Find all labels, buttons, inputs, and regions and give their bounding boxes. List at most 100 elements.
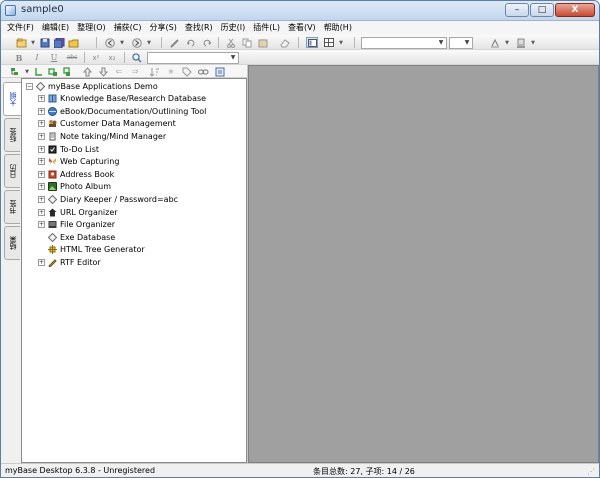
bold-button[interactable]: B: [13, 52, 25, 63]
expand-icon[interactable]: +: [38, 208, 45, 216]
database-icon[interactable]: [214, 66, 226, 77]
menu-capture[interactable]: 捕获(C): [110, 21, 146, 35]
tree-item-note-taking[interactable]: + Note taking/Mind Manager: [38, 130, 166, 142]
search-icon[interactable]: [131, 52, 143, 63]
tree-item-file-organizer[interactable]: + File Organizer: [38, 219, 115, 231]
open-folder-icon[interactable]: [67, 37, 79, 48]
font-family-select[interactable]: ▼: [361, 37, 447, 49]
add-subtree-icon[interactable]: [61, 66, 73, 77]
editor-area[interactable]: [248, 65, 599, 463]
tree-item-todo[interactable]: + To-Do List: [38, 143, 99, 155]
tree-item-ebook[interactable]: + eBook/Documentation/Outlining Tool: [38, 105, 206, 117]
tree-item-knowledge-base[interactable]: + Knowledge Base/Research Database: [38, 93, 206, 105]
tree-item-photo-album[interactable]: + Photo Album: [38, 181, 111, 193]
highlight-dropdown-icon[interactable]: ▼: [501, 37, 513, 48]
text-color-icon[interactable]: [515, 37, 527, 48]
expand-icon[interactable]: +: [38, 158, 45, 166]
close-button[interactable]: X: [555, 3, 595, 17]
tree-item-address-book[interactable]: + Address Book: [38, 168, 114, 180]
window-controls: – □ X: [505, 3, 595, 17]
add-item-icon[interactable]: [9, 66, 21, 77]
subscript-button[interactable]: x₂: [105, 52, 119, 63]
menu-plugins[interactable]: 插件(L): [249, 21, 284, 35]
tab-tags[interactable]: 标签: [4, 118, 20, 152]
label-icon[interactable]: [181, 66, 193, 77]
expand-icon[interactable]: +: [38, 183, 45, 191]
tree-item-diary-keeper[interactable]: + Diary Keeper / Password=abc: [38, 193, 178, 205]
underline-button[interactable]: U: [48, 52, 60, 63]
outline-panel: ▼ ⇐ ⇒ ★ 大纲 标签 日历 书签 结果 − myBase Applicat…: [1, 65, 247, 463]
resize-grip-icon[interactable]: ⋰: [587, 467, 597, 477]
menu-organize[interactable]: 整理(O): [73, 21, 110, 35]
add-child-icon[interactable]: [33, 66, 45, 77]
expand-icon[interactable]: +: [38, 95, 45, 103]
highlight-color-icon[interactable]: [489, 37, 501, 48]
italic-button[interactable]: I: [31, 52, 43, 63]
add-sibling-icon[interactable]: [47, 66, 59, 77]
forward-dropdown-icon[interactable]: ▼: [143, 37, 155, 48]
tree-item-web-capturing[interactable]: + Web Capturing: [38, 156, 119, 168]
paste-icon[interactable]: [257, 37, 269, 48]
tab-results[interactable]: 结果: [4, 226, 20, 260]
add-item-dropdown-icon[interactable]: ▼: [21, 66, 33, 77]
move-right-icon[interactable]: ⇒: [129, 66, 141, 77]
dropdown-arrow-icon[interactable]: ▼: [27, 37, 39, 48]
move-left-icon[interactable]: ⇐: [113, 66, 125, 77]
pen-icon[interactable]: [169, 37, 181, 48]
font-size-select[interactable]: ▼: [449, 37, 473, 49]
grid-view-icon[interactable]: [323, 37, 335, 48]
sort-icon[interactable]: [149, 66, 161, 77]
link-icon[interactable]: [197, 66, 209, 77]
redo-icon[interactable]: [201, 37, 213, 48]
format-toolbar: B I U abc x² x₂ ▼: [1, 50, 599, 65]
undo-icon[interactable]: [185, 37, 197, 48]
tree-item-exe-database[interactable]: Exe Database: [38, 231, 115, 243]
back-icon[interactable]: [104, 37, 116, 48]
tab-outline[interactable]: 大纲: [3, 82, 21, 116]
tree-root[interactable]: − myBase Applications Demo: [26, 80, 158, 92]
text-color-dropdown-icon[interactable]: ▼: [527, 37, 539, 48]
eraser-icon[interactable]: [279, 37, 291, 48]
expand-icon[interactable]: +: [38, 132, 45, 140]
expand-icon[interactable]: +: [38, 195, 45, 203]
move-down-icon[interactable]: [97, 66, 109, 77]
strikethrough-button[interactable]: abc: [64, 52, 80, 63]
tree-item-customer-data[interactable]: + Customer Data Management: [38, 118, 176, 130]
new-file-icon[interactable]: [15, 37, 27, 48]
tab-bookmarks[interactable]: 书签: [4, 190, 20, 224]
tab-bookmarks-label: 书签: [8, 200, 17, 214]
menu-history[interactable]: 历史(I): [217, 21, 250, 35]
expand-icon[interactable]: +: [38, 258, 45, 266]
view-layout-icon[interactable]: [306, 37, 318, 48]
minimize-button[interactable]: –: [505, 3, 529, 17]
cut-icon[interactable]: [225, 37, 237, 48]
forward-icon[interactable]: [131, 37, 143, 48]
save-icon[interactable]: [39, 37, 51, 48]
expand-icon[interactable]: +: [38, 170, 45, 178]
menu-share[interactable]: 分享(S): [146, 21, 181, 35]
back-dropdown-icon[interactable]: ▼: [116, 37, 128, 48]
menu-view[interactable]: 查看(V): [284, 21, 320, 35]
save-all-icon[interactable]: [53, 37, 65, 48]
expand-icon[interactable]: +: [38, 221, 45, 229]
maximize-button[interactable]: □: [530, 3, 554, 17]
expand-icon[interactable]: +: [38, 145, 45, 153]
tab-calendar[interactable]: 日历: [4, 154, 20, 188]
tree-item-html-tree-generator[interactable]: HTML Tree Generator: [38, 244, 145, 256]
menu-help[interactable]: 帮助(H): [320, 21, 356, 35]
tree-item-rtf-editor[interactable]: + RTF Editor: [38, 256, 101, 268]
expand-icon[interactable]: +: [38, 107, 45, 115]
search-input[interactable]: ▼: [147, 52, 239, 64]
menu-search[interactable]: 查找(R): [181, 21, 217, 35]
collapse-icon[interactable]: −: [26, 82, 33, 90]
title-bar[interactable]: sample0 – □ X: [1, 1, 599, 21]
move-up-icon[interactable]: [81, 66, 93, 77]
menu-edit[interactable]: 编辑(E): [38, 21, 73, 35]
tree-item-url-organizer[interactable]: + URL Organizer: [38, 206, 118, 218]
grid-dropdown-icon[interactable]: ▼: [335, 37, 347, 48]
star-icon[interactable]: ★: [165, 66, 177, 77]
superscript-button[interactable]: x²: [89, 52, 103, 63]
expand-icon[interactable]: +: [38, 120, 45, 128]
menu-file[interactable]: 文件(F): [3, 21, 38, 35]
copy-icon[interactable]: [241, 37, 253, 48]
